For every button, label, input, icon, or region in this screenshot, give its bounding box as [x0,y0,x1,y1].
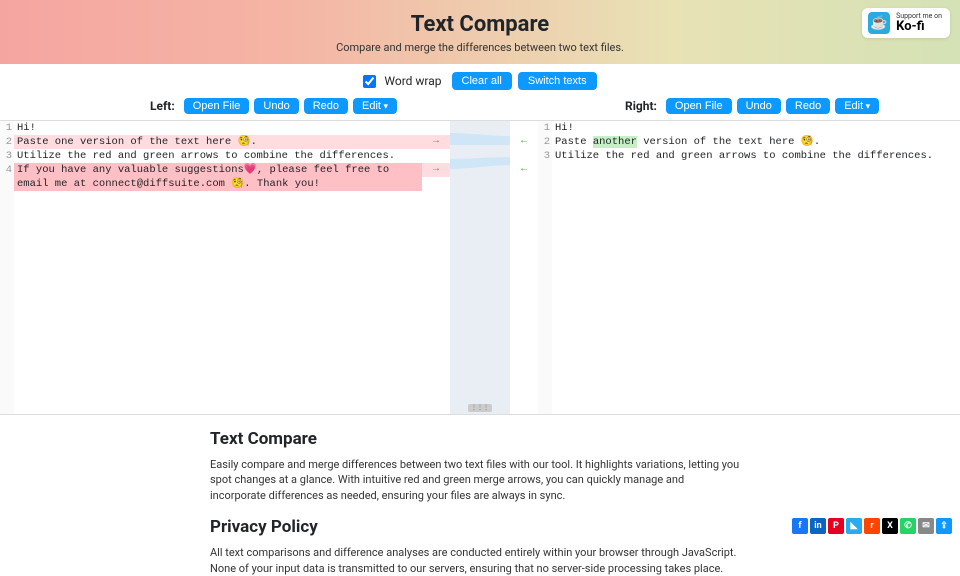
right-undo-button[interactable]: Undo [737,98,781,114]
left-redo-button[interactable]: Redo [304,98,348,114]
code-line[interactable]: If you have any valuable suggestions💗, p… [14,163,422,191]
switch-texts-button[interactable]: Switch texts [518,72,597,90]
kofi-badge[interactable]: ☕ Support me on Ko-fi [862,8,950,38]
page-subtitle: Compare and merge the differences betwee… [0,41,960,54]
pane-toolbars: Left: Open File Undo Redo Edit Right: Op… [0,96,960,120]
code-line[interactable]: Paste one version of the text here 🧐. [14,135,422,149]
diff-word: another [593,136,637,148]
right-open-file-button[interactable]: Open File [666,98,732,114]
share-icon[interactable]: ✉ [918,518,934,534]
right-edit-dropdown[interactable]: Edit [835,98,879,114]
left-pane[interactable]: 1234 Hi!Paste one version of the text he… [0,121,450,414]
right-label: Right: [625,99,657,113]
kofi-cup-icon: ☕ [868,12,890,34]
right-pane[interactable]: ←← 123 Hi!Paste another version of the t… [510,121,960,414]
left-line-numbers: 1234 [0,121,14,414]
left-code[interactable]: Hi!Paste one version of the text here 🧐.… [14,121,422,414]
share-icon[interactable]: f [792,518,808,534]
share-icon[interactable]: X [882,518,898,534]
code-line[interactable]: Hi! [14,121,422,135]
left-open-file-button[interactable]: Open File [184,98,250,114]
merge-arrow-left-icon[interactable]: ← [510,163,538,177]
section-text-privacy: All text comparisons and difference anal… [210,545,740,576]
section-text-compare: Easily compare and merge differences bet… [210,457,740,503]
code-line[interactable]: Paste another version of the text here 🧐… [552,135,960,149]
share-icon[interactable]: ⇪ [936,518,952,534]
right-line-numbers: 123 [538,121,552,414]
code-line[interactable]: Utilize the red and green arrows to comb… [14,149,422,163]
merge-arrow-left-icon[interactable]: ← [510,135,538,149]
section-heading-privacy: Privacy Policy [210,517,740,537]
left-undo-button[interactable]: Undo [254,98,298,114]
merge-arrow-right-icon[interactable]: → [422,135,450,149]
header: ☕ Support me on Ko-fi Text Compare Compa… [0,0,960,64]
wordwrap-label[interactable]: Word wrap [384,74,441,88]
share-row: finP◣rX✆✉⇪ [792,518,952,534]
diff-area: 1234 Hi!Paste one version of the text he… [0,120,960,415]
left-label: Left: [150,99,175,113]
global-controls: Word wrap Clear all Switch texts [0,64,960,96]
share-icon[interactable]: ✆ [900,518,916,534]
info-section: Text Compare Easily compare and merge di… [0,415,740,576]
section-heading-compare: Text Compare [210,429,740,449]
share-icon[interactable]: r [864,518,880,534]
left-merge-gutter: →→ [422,121,450,414]
clear-all-button[interactable]: Clear all [452,72,512,90]
right-merge-gutter: ←← [510,121,538,414]
kofi-big-text: Ko-fi [896,20,942,33]
page-title: Text Compare [0,12,960,37]
resize-handle-icon[interactable]: ⋮⋮⋮ [468,404,492,412]
wordwrap-checkbox[interactable] [363,75,376,88]
share-icon[interactable]: in [810,518,826,534]
right-code[interactable]: Hi!Paste another version of the text her… [552,121,960,414]
right-redo-button[interactable]: Redo [786,98,830,114]
diff-connector-shape [450,133,510,169]
merge-arrow-right-icon[interactable]: → [422,163,450,177]
share-icon[interactable]: P [828,518,844,534]
left-edit-dropdown[interactable]: Edit [353,98,397,114]
code-line[interactable]: Utilize the red and green arrows to comb… [552,149,960,163]
share-icon[interactable]: ◣ [846,518,862,534]
code-line[interactable]: Hi! [552,121,960,135]
center-divider[interactable]: ⋮⋮⋮ [450,121,510,414]
